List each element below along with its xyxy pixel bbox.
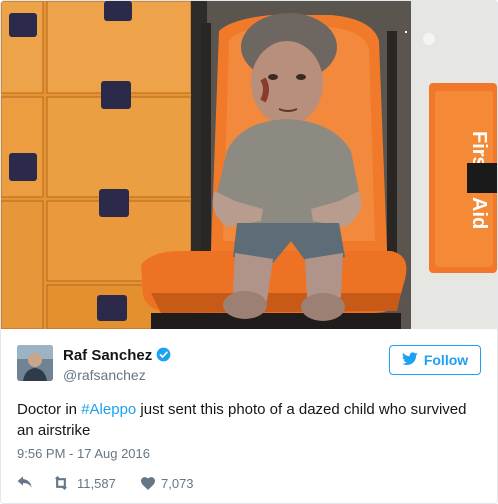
user-handle[interactable]: @rafsanchez xyxy=(63,367,146,383)
like-count: 7,073 xyxy=(161,475,194,491)
retweet-button[interactable]: 11,587 xyxy=(51,476,137,491)
retweet-icon xyxy=(51,476,71,490)
tweet-header: Raf Sanchez @rafsanchez Follow xyxy=(17,341,481,389)
reply-icon xyxy=(17,476,33,490)
svg-text:Aid: Aid xyxy=(468,197,490,229)
follow-button[interactable]: Follow xyxy=(389,345,481,375)
avatar[interactable] xyxy=(17,345,53,381)
tweet-card: First Aid Raf Sanchez @rafsanchez Follow… xyxy=(0,0,498,504)
like-button[interactable]: 7,073 xyxy=(141,476,194,491)
heart-icon xyxy=(141,476,155,490)
first-aid-box: First Aid xyxy=(429,83,497,273)
verified-badge-icon xyxy=(156,347,171,366)
tweet-photo[interactable]: First Aid xyxy=(1,1,497,329)
ambulance-photo: First Aid xyxy=(1,1,497,329)
tweet-timestamp[interactable]: 9:56 PM - 17 Aug 2016 xyxy=(17,446,150,461)
tweet-text: Doctor in #Aleppo just sent this photo o… xyxy=(17,401,467,439)
hashtag-link[interactable]: #Aleppo xyxy=(81,401,136,418)
reply-button[interactable] xyxy=(17,476,47,490)
bird-icon xyxy=(401,351,418,369)
tweet-actions: 11,587 7,073 xyxy=(17,473,194,493)
display-name[interactable]: Raf Sanchez xyxy=(63,347,171,366)
retweet-count: 11,587 xyxy=(77,475,116,491)
